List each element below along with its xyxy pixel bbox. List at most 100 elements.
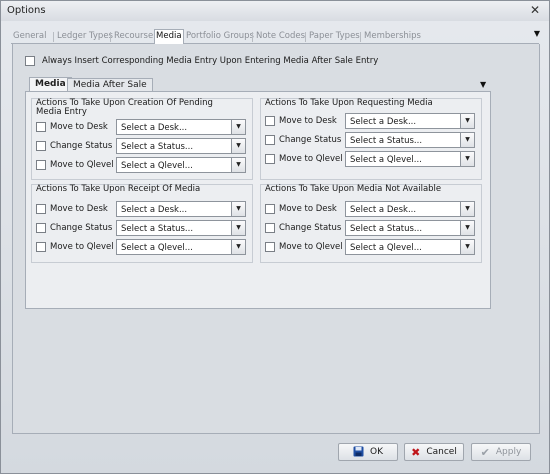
options-dialog: Options ✕ General Ledger Types Recourse … bbox=[0, 0, 550, 474]
move-to-qlevel-checkbox[interactable] bbox=[265, 242, 275, 252]
tab-recourse[interactable]: Recourse bbox=[112, 30, 155, 44]
qlevel-select[interactable]: Select a Qlevel... ▼ bbox=[116, 157, 246, 173]
qlevel-select[interactable]: Select a Qlevel... ▼ bbox=[345, 239, 475, 255]
move-to-qlevel-row: Move to Qlevel Select a Qlevel... ▼ bbox=[265, 151, 479, 168]
move-to-desk-row: Move to Desk Select a Desk... ▼ bbox=[36, 119, 250, 136]
move-to-desk-checkbox[interactable] bbox=[36, 122, 46, 132]
change-status-checkbox[interactable] bbox=[36, 223, 46, 233]
tab-separator bbox=[305, 32, 306, 42]
chevron-down-icon[interactable]: ▼ bbox=[231, 202, 245, 216]
change-status-label: Change Status bbox=[279, 223, 342, 233]
qlevel-select[interactable]: Select a Qlevel... ▼ bbox=[116, 239, 246, 255]
status-select[interactable]: Select a Status... ▼ bbox=[345, 132, 475, 148]
chevron-down-icon[interactable]: ▼ bbox=[460, 114, 474, 128]
chevron-down-icon[interactable]: ▼ bbox=[460, 221, 474, 235]
group-requesting-media: Actions To Take Upon Requesting Media Mo… bbox=[260, 98, 482, 180]
move-to-qlevel-checkbox[interactable] bbox=[265, 154, 275, 164]
desk-select-value: Select a Desk... bbox=[121, 205, 188, 215]
chevron-down-icon[interactable]: ▼ bbox=[231, 139, 245, 153]
close-icon[interactable]: ✕ bbox=[530, 3, 540, 17]
tab-memberships[interactable]: Memberships bbox=[362, 30, 423, 44]
change-status-row: Change Status Select a Status... ▼ bbox=[265, 132, 479, 149]
chevron-down-icon[interactable]: ▼ bbox=[231, 158, 245, 172]
qlevel-select-value: Select a Qlevel... bbox=[121, 243, 193, 253]
change-status-label: Change Status bbox=[279, 135, 342, 145]
desk-select[interactable]: Select a Desk... ▼ bbox=[116, 119, 246, 135]
change-status-label: Change Status bbox=[50, 223, 113, 233]
tab-note-codes[interactable]: Note Codes bbox=[254, 30, 307, 44]
tab-media[interactable]: Media bbox=[154, 29, 184, 44]
move-to-desk-checkbox[interactable] bbox=[265, 116, 275, 126]
move-to-qlevel-row: Move to Qlevel Select a Qlevel... ▼ bbox=[36, 157, 250, 174]
chevron-down-icon[interactable]: ▼ bbox=[460, 152, 474, 166]
chevron-down-icon[interactable]: ▼ bbox=[231, 120, 245, 134]
move-to-qlevel-label: Move to Qlevel bbox=[50, 160, 114, 170]
status-select[interactable]: Select a Status... ▼ bbox=[345, 220, 475, 236]
change-status-row: Change Status Select a Status... ▼ bbox=[36, 220, 250, 237]
tab-separator bbox=[53, 32, 54, 42]
move-to-desk-row: Move to Desk Select a Desk... ▼ bbox=[36, 201, 250, 218]
change-status-checkbox[interactable] bbox=[265, 223, 275, 233]
cancel-button-label: Cancel bbox=[426, 447, 457, 457]
qlevel-select[interactable]: Select a Qlevel... ▼ bbox=[345, 151, 475, 167]
status-select[interactable]: Select a Status... ▼ bbox=[116, 138, 246, 154]
move-to-qlevel-checkbox[interactable] bbox=[36, 242, 46, 252]
chevron-down-icon[interactable]: ▼ bbox=[231, 221, 245, 235]
tab-separator bbox=[360, 32, 361, 42]
cancel-icon: ✖ bbox=[411, 445, 421, 459]
inner-tab-strip: Media Media After Sale bbox=[25, 77, 501, 92]
tab-paper-types[interactable]: Paper Types bbox=[307, 30, 362, 44]
save-icon bbox=[353, 446, 364, 459]
apply-button[interactable]: ✔ Apply bbox=[471, 443, 531, 461]
move-to-desk-label: Move to Desk bbox=[279, 204, 337, 214]
move-to-desk-label: Move to Desk bbox=[279, 116, 337, 126]
desk-select-value: Select a Desk... bbox=[350, 205, 417, 215]
chevron-down-icon[interactable]: ▼ bbox=[460, 240, 474, 254]
inner-tab-dropdown-icon[interactable]: ▼ bbox=[480, 80, 486, 89]
desk-select[interactable]: Select a Desk... ▼ bbox=[345, 113, 475, 129]
tab-separator bbox=[252, 32, 253, 42]
move-to-qlevel-label: Move to Qlevel bbox=[50, 242, 114, 252]
group-receipt-of-media: Actions To Take Upon Receipt Of Media Mo… bbox=[31, 184, 253, 263]
always-insert-media-entry-label: Always Insert Corresponding Media Entry … bbox=[42, 56, 379, 66]
group-title: Actions To Take Upon Media Not Available bbox=[265, 185, 465, 194]
change-status-row: Change Status Select a Status... ▼ bbox=[36, 138, 250, 155]
move-to-desk-label: Move to Desk bbox=[50, 122, 108, 132]
apply-button-label: Apply bbox=[495, 447, 522, 457]
chevron-down-icon[interactable]: ▼ bbox=[460, 133, 474, 147]
always-insert-media-entry-checkbox[interactable] bbox=[25, 56, 35, 66]
move-to-desk-row: Move to Desk Select a Desk... ▼ bbox=[265, 113, 479, 130]
desk-select[interactable]: Select a Desk... ▼ bbox=[116, 201, 246, 217]
move-to-desk-checkbox[interactable] bbox=[265, 204, 275, 214]
chevron-down-icon[interactable]: ▼ bbox=[231, 240, 245, 254]
group-title: Actions To Take Upon Receipt Of Media bbox=[36, 185, 236, 194]
cancel-button[interactable]: ✖ Cancel bbox=[404, 443, 464, 461]
ok-button[interactable]: OK bbox=[338, 443, 398, 461]
tab-overflow-dropdown-icon[interactable]: ▼ bbox=[534, 29, 540, 38]
tab-ledger-types[interactable]: Ledger Types bbox=[55, 30, 115, 44]
always-insert-media-entry-option: Always Insert Corresponding Media Entry … bbox=[25, 56, 378, 66]
main-tab-strip: General Ledger Types Recourse Media Port… bbox=[11, 29, 540, 44]
qlevel-select-value: Select a Qlevel... bbox=[121, 161, 193, 171]
media-inner-panel: Actions To Take Upon Creation Of Pending… bbox=[25, 91, 491, 309]
move-to-qlevel-checkbox[interactable] bbox=[36, 160, 46, 170]
group-creation-of-pending-media: Actions To Take Upon Creation Of Pending… bbox=[31, 98, 253, 180]
qlevel-select-value: Select a Qlevel... bbox=[350, 243, 422, 253]
tab-general[interactable]: General bbox=[11, 30, 49, 44]
ok-button-label: OK bbox=[370, 447, 383, 457]
status-select-value: Select a Status... bbox=[350, 136, 423, 146]
move-to-desk-checkbox[interactable] bbox=[36, 204, 46, 214]
status-select-value: Select a Status... bbox=[121, 142, 194, 152]
change-status-checkbox[interactable] bbox=[36, 141, 46, 151]
change-status-checkbox[interactable] bbox=[265, 135, 275, 145]
qlevel-select-value: Select a Qlevel... bbox=[350, 155, 422, 165]
move-to-desk-label: Move to Desk bbox=[50, 204, 108, 214]
inner-tab-media[interactable]: Media bbox=[29, 77, 72, 92]
tab-portfolio-groups[interactable]: Portfolio Groups bbox=[184, 30, 256, 44]
chevron-down-icon[interactable]: ▼ bbox=[460, 202, 474, 216]
inner-tab-media-after-sale[interactable]: Media After Sale bbox=[67, 78, 153, 92]
status-select[interactable]: Select a Status... ▼ bbox=[116, 220, 246, 236]
desk-select-value: Select a Desk... bbox=[121, 123, 188, 133]
title-bar: Options ✕ bbox=[1, 1, 549, 21]
desk-select[interactable]: Select a Desk... ▼ bbox=[345, 201, 475, 217]
